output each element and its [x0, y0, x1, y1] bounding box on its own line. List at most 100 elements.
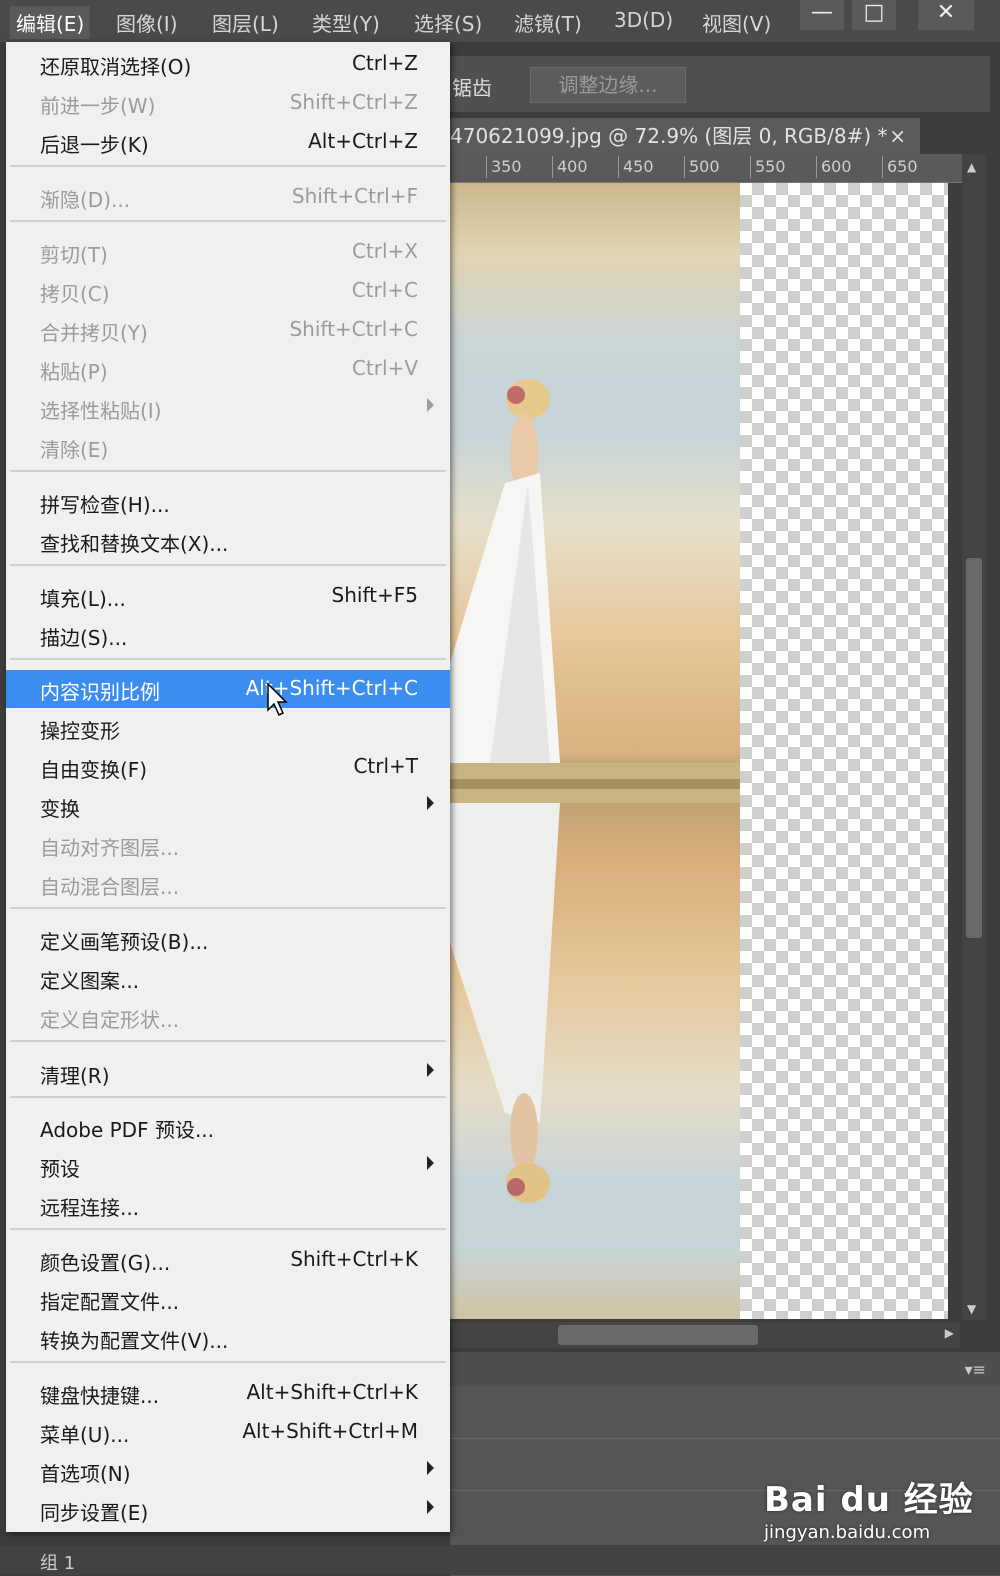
horizontal-scrollbar[interactable]: ▶ [450, 1322, 960, 1348]
scroll-down-icon[interactable]: ▼ [967, 1302, 976, 1316]
menu-item-keyboard-shortcuts[interactable]: 键盘快捷键... Alt+Shift+Ctrl+K [6, 1374, 450, 1412]
menu-item-label: 后退一步(K) [40, 133, 149, 157]
minimize-button[interactable]: — [800, 0, 844, 30]
menu-item-paste-special[interactable]: 选择性粘贴(I) [6, 389, 450, 427]
menu-item-define-pattern[interactable]: 定义图案... [6, 959, 450, 997]
menu-separator [10, 564, 446, 566]
menu-item-label: 查找和替换文本(X)... [40, 532, 229, 556]
menu-item-clear[interactable]: 清除(E) [6, 428, 450, 466]
menu-item-label: 指定配置文件... [40, 1290, 180, 1314]
menu-item-label: 自动混合图层... [40, 875, 180, 899]
menu-filter[interactable]: 滤镜(T) [514, 8, 582, 37]
menu-item-transform[interactable]: 变换 [6, 787, 450, 825]
menu-item-color-settings[interactable]: 颜色设置(G)... Shift+Ctrl+K [6, 1241, 450, 1279]
menu-item-puppet-warp[interactable]: 操控变形 [6, 709, 450, 747]
layer-group-label[interactable]: 组 1 [40, 1549, 75, 1575]
edit-menu-dropdown: 还原取消选择(O) Ctrl+Z 前进一步(W) Shift+Ctrl+Z 后退一步… [6, 42, 450, 1532]
menu-item-spell-check[interactable]: 拼写检查(H)... [6, 483, 450, 521]
mouse-cursor-icon [267, 682, 288, 717]
menu-item-label: 拼写检查(H)... [40, 493, 170, 517]
menu-item-shortcut: Alt+Shift+Ctrl+M [242, 1419, 418, 1443]
menu-item-step-forward[interactable]: 前进一步(W) Shift+Ctrl+Z [6, 84, 450, 122]
menu-item-assign-profile[interactable]: 指定配置文件... [6, 1280, 450, 1318]
menu-item-copy-merged[interactable]: 合并拷贝(Y) Shift+Ctrl+C [6, 311, 450, 349]
vertical-scroll-thumb[interactable] [966, 558, 982, 938]
options-bar: 锯齿 调整边缘... [450, 56, 990, 112]
menu-item-shortcut: Shift+F5 [331, 583, 418, 607]
menu-item-label: 自由变换(F) [40, 758, 148, 782]
menu-item-preferences[interactable]: 首选项(N) [6, 1452, 450, 1490]
menu-item-label: 描边(S)... [40, 626, 128, 650]
menu-type[interactable]: 类型(Y) [312, 8, 380, 37]
menu-item-label: 清理(R) [40, 1064, 110, 1088]
menu-item-paste[interactable]: 粘贴(P) Ctrl+V [6, 350, 450, 388]
menu-separator [10, 165, 446, 167]
menu-item-auto-blend-layers[interactable]: 自动混合图层... [6, 865, 450, 903]
menu-item-stroke[interactable]: 描边(S)... [6, 616, 450, 654]
minimize-icon: — [811, 0, 833, 25]
menu-item-label: 定义图案... [40, 969, 140, 993]
menu-layer[interactable]: 图层(L) [212, 8, 279, 37]
menu-item-auto-align-layers[interactable]: 自动对齐图层... [6, 826, 450, 864]
menu-item-label: 选择性粘贴(I) [40, 399, 162, 423]
refine-edge-button[interactable]: 调整边缘... [530, 67, 686, 103]
menu-item-menus[interactable]: 菜单(U)... Alt+Shift+Ctrl+M [6, 1413, 450, 1451]
scroll-up-icon[interactable]: ▲ [967, 160, 976, 174]
menu-item-content-aware-scale[interactable]: 内容识别比例 Alt+Shift+Ctrl+C [6, 670, 450, 708]
menu-edit[interactable]: 编辑(E) [10, 6, 91, 39]
menu-separator [10, 1228, 446, 1230]
menu-item-label: 填充(L)... [40, 587, 126, 611]
menu-item-label: 合并拷贝(Y) [40, 321, 148, 345]
menu-item-undo[interactable]: 还原取消选择(O) Ctrl+Z [6, 45, 450, 83]
baidu-logo: Bai du 经验 [764, 1480, 974, 1520]
panel-menu-icon[interactable]: ▾≡ [965, 1360, 986, 1379]
menu-item-free-transform[interactable]: 自由变换(F) Ctrl+T [6, 748, 450, 786]
horizontal-scroll-thumb[interactable] [558, 1325, 758, 1345]
menu-item-shortcut: Alt+Shift+Ctrl+K [246, 1380, 418, 1404]
menu-item-label: 操控变形 [40, 719, 120, 743]
menu-item-label: 键盘快捷键... [40, 1384, 160, 1408]
menu-image[interactable]: 图像(I) [116, 8, 178, 37]
submenu-arrow-icon [427, 1461, 434, 1475]
menu-item-label: 首选项(N) [40, 1462, 131, 1486]
ruler-tick: 650 [882, 156, 918, 178]
woman-reflection-image [450, 379, 740, 1203]
menu-item-define-brush[interactable]: 定义画笔预设(B)... [6, 920, 450, 958]
close-window-button[interactable]: ✕ [918, 0, 974, 30]
canvas-image[interactable] [450, 183, 740, 1319]
menu-item-copy[interactable]: 拷贝(C) Ctrl+C [6, 272, 450, 310]
menu-item-fade[interactable]: 渐隐(D)... Shift+Ctrl+F [6, 178, 450, 216]
maximize-button[interactable]: □ [852, 0, 896, 30]
menu-item-fill[interactable]: 填充(L)... Shift+F5 [6, 577, 450, 615]
close-icon: ✕ [936, 0, 956, 25]
menu-item-find-replace[interactable]: 查找和替换文本(X)... [6, 522, 450, 560]
menu-item-pdf-presets[interactable]: Adobe PDF 预设... [6, 1108, 450, 1146]
menu-item-convert-profile[interactable]: 转换为配置文件(V)... [6, 1319, 450, 1357]
close-tab-icon[interactable]: × [889, 118, 906, 154]
menu-item-presets[interactable]: 预设 [6, 1147, 450, 1185]
menu-item-label: 定义画笔预设(B)... [40, 930, 209, 954]
menu-3d[interactable]: 3D(D) [614, 8, 673, 32]
menu-item-purge[interactable]: 清理(R) [6, 1054, 450, 1092]
anti-alias-label: 锯齿 [452, 76, 492, 100]
menu-separator [10, 1361, 446, 1363]
menu-item-cut[interactable]: 剪切(T) Ctrl+X [6, 233, 450, 271]
ruler-tick: 350 [486, 156, 522, 178]
vertical-scrollbar[interactable]: ▲ ▼ [962, 154, 986, 1320]
document-tab[interactable]: 470621099.jpg @ 72.9% (图层 0, RGB/8#) * × [450, 118, 920, 154]
scroll-right-icon[interactable]: ▶ [945, 1326, 954, 1340]
menu-separator [10, 658, 446, 660]
menu-item-sync-settings[interactable]: 同步设置(E) [6, 1491, 450, 1529]
menu-item-shortcut: Ctrl+C [351, 278, 418, 302]
menu-separator [10, 1096, 446, 1098]
menu-view[interactable]: 视图(V) [702, 8, 771, 37]
ruler-tick: 450 [618, 156, 654, 178]
menu-item-define-shape[interactable]: 定义自定形状... [6, 998, 450, 1036]
menu-item-label: 还原取消选择(O) [40, 55, 192, 79]
menu-item-step-backward[interactable]: 后退一步(K) Alt+Ctrl+Z [6, 123, 450, 161]
menu-item-remote-connections[interactable]: 远程连接... [6, 1186, 450, 1224]
menu-select[interactable]: 选择(S) [414, 8, 482, 37]
menu-item-label: 同步设置(E) [40, 1501, 149, 1525]
ruler-tick: 500 [684, 156, 720, 178]
menu-item-label: 预设 [40, 1157, 80, 1181]
